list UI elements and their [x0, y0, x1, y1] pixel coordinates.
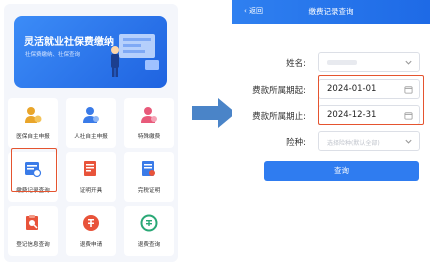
- tile-label: 完税证明: [137, 188, 161, 194]
- tile-label: 退费查询: [137, 242, 161, 248]
- tile-label: 人社自主申报: [74, 134, 108, 140]
- chevron-down-icon: [405, 60, 412, 65]
- tile-medical-declare[interactable]: 医保自主申报: [8, 98, 58, 148]
- hr-declare-icon: [83, 107, 99, 123]
- tile-hr-declare[interactable]: 人社自主申报: [66, 98, 116, 148]
- insurance-type-select[interactable]: 选择险种(默认全部): [318, 131, 420, 151]
- insurance-type-placeholder: 选择险种(默认全部): [327, 140, 380, 147]
- tile-registration-info[interactable]: 登记信息查询: [8, 206, 58, 256]
- right-screen: 缴费记录查询 ‹ 返回 姓名: 费款所属期起: 2024-01-01 费款所属期…: [232, 0, 430, 266]
- tile-label: 医保自主申报: [16, 134, 50, 140]
- chevron-down-icon: [405, 139, 412, 144]
- name-value-redacted: [327, 60, 357, 65]
- tile-certificate[interactable]: 证明开具: [66, 152, 116, 202]
- query-button[interactable]: 查询: [264, 161, 419, 181]
- name-select[interactable]: [318, 52, 420, 72]
- name-label: 姓名:: [286, 59, 306, 69]
- tile-label: 证明开具: [79, 188, 103, 194]
- highlight-box: [318, 75, 424, 125]
- start-date-label: 费款所属期起:: [252, 86, 306, 96]
- back-button[interactable]: ‹ 返回: [244, 6, 263, 16]
- insurance-type-label: 险种:: [286, 138, 306, 148]
- tile-special-payment[interactable]: 特殊缴费: [124, 98, 174, 148]
- tile-tax-proof[interactable]: 完税证明: [124, 152, 174, 202]
- tax-proof-icon: [142, 161, 155, 176]
- banner-subtitle: 社保费缴纳、社保查询: [25, 52, 81, 58]
- left-screen: 灵活就业社保费缴纳 社保费缴纳、社保查询 医保自主申报 人社自主申报 特殊缴费 …: [4, 4, 178, 262]
- refund-apply-icon: [83, 215, 99, 231]
- banner-title: 灵活就业社保费缴纳: [24, 37, 114, 48]
- end-date-label: 费款所属期止:: [252, 112, 306, 122]
- name-row: 姓名:: [232, 52, 430, 74]
- highlight-box: [11, 148, 57, 192]
- certificate-icon: [84, 161, 96, 176]
- top-bar: 缴费记录查询 ‹ 返回: [232, 0, 430, 24]
- tile-refund-query[interactable]: 退费查询: [124, 206, 174, 256]
- service-banner[interactable]: 灵活就业社保费缴纳 社保费缴纳、社保查询: [14, 16, 167, 88]
- refund-query-icon: [140, 214, 158, 232]
- tile-label: 特殊缴费: [137, 134, 161, 140]
- tile-label: 退费申请: [79, 242, 103, 248]
- registration-info-icon: [26, 215, 38, 230]
- tile-refund-apply[interactable]: 退费申请: [66, 206, 116, 256]
- back-label: 返回: [249, 7, 264, 15]
- special-payment-icon: [141, 107, 157, 123]
- medical-declare-icon: [25, 107, 42, 123]
- banner-illustration-icon: [111, 34, 159, 77]
- tile-label: 登记信息查询: [16, 242, 50, 248]
- insurance-type-row: 险种: 选择险种(默认全部): [232, 131, 430, 153]
